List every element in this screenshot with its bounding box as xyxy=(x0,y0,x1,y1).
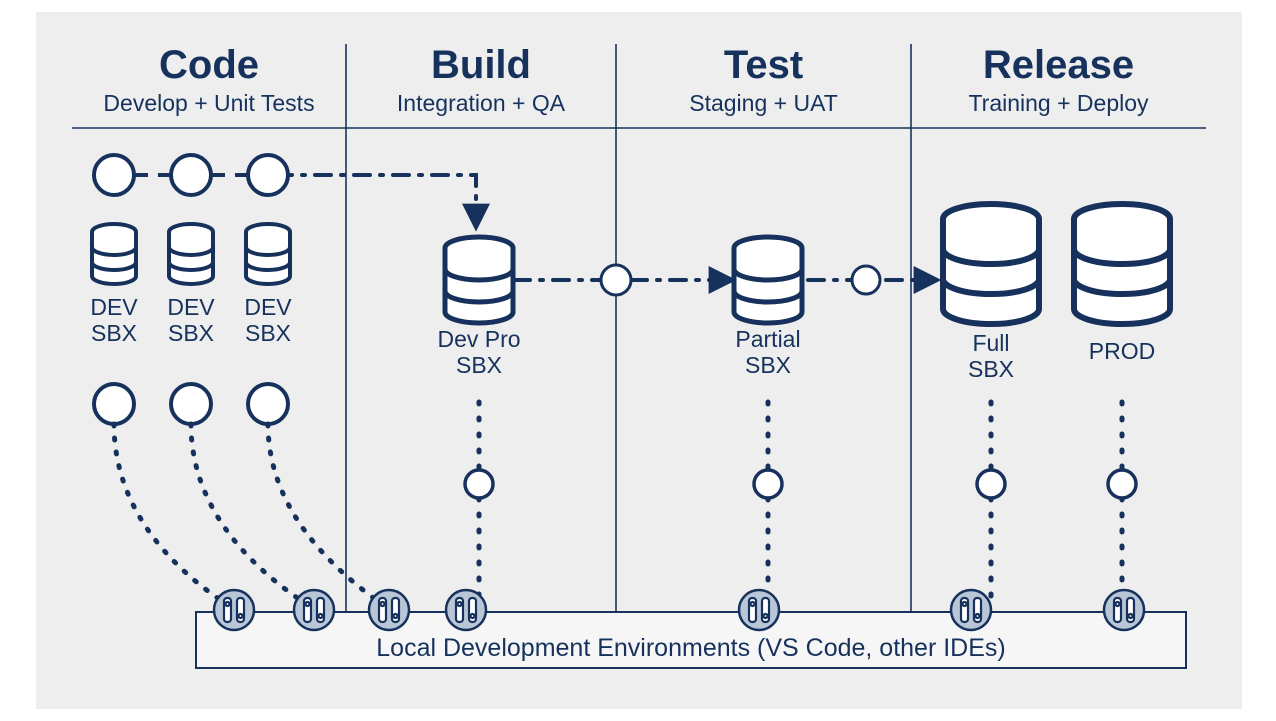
label-partial-sbx: Partial SBX xyxy=(708,326,828,379)
commit-nodes-bottom xyxy=(94,384,288,424)
label-full-line2: SBX xyxy=(968,356,1014,382)
full-sbx xyxy=(943,204,1039,324)
label-dev-sbx-3-line1: DEV xyxy=(244,294,291,320)
label-dev-pro-sbx: Dev Pro SBX xyxy=(419,326,539,379)
stage-release-subtitle: Training + Deploy xyxy=(911,90,1206,116)
env-to-ide-links xyxy=(479,402,1122,607)
label-dev-pro-line1: Dev Pro xyxy=(437,326,520,352)
label-dev-sbx-2-line2: SBX xyxy=(168,320,214,346)
env-link-nodes xyxy=(465,470,1136,498)
commit-nodes-top xyxy=(94,155,288,195)
pipeline-flow xyxy=(276,175,936,280)
pipeline-diagram: Code Develop + Unit Tests Build Integrat… xyxy=(0,0,1276,721)
label-prod-line1: PROD xyxy=(1089,338,1155,364)
stage-test-subtitle: Staging + UAT xyxy=(616,90,911,116)
label-dev-sbx-1-line2: SBX xyxy=(91,320,137,346)
label-dev-sbx-2-line1: DEV xyxy=(167,294,214,320)
label-partial-line2: SBX xyxy=(745,352,791,378)
label-prod: PROD xyxy=(1072,338,1172,364)
stage-test-title: Test xyxy=(616,42,911,88)
stage-code-subtitle: Develop + Unit Tests xyxy=(72,90,346,116)
diagram-canvas: Code Develop + Unit Tests Build Integrat… xyxy=(36,12,1242,709)
local-dev-label: Local Development Environments (VS Code,… xyxy=(196,634,1186,663)
prod-db xyxy=(1074,204,1170,324)
partial-sbx xyxy=(734,237,802,323)
label-dev-sbx-2: DEV SBX xyxy=(161,294,221,347)
label-partial-line1: Partial xyxy=(735,326,800,352)
stage-build-subtitle: Integration + QA xyxy=(346,90,616,116)
stage-code-title: Code xyxy=(72,42,346,88)
dev-pro-sbx xyxy=(445,237,513,323)
label-full-line1: Full xyxy=(972,330,1009,356)
dev-sbx-3 xyxy=(246,224,290,284)
stage-build-title: Build xyxy=(346,42,616,88)
dev-sbx-2 xyxy=(169,224,213,284)
label-dev-pro-line2: SBX xyxy=(456,352,502,378)
label-dev-sbx-1-line1: DEV xyxy=(90,294,137,320)
label-full-sbx: Full SBX xyxy=(941,330,1041,383)
diagram-svg xyxy=(36,12,1242,709)
label-dev-sbx-1: DEV SBX xyxy=(84,294,144,347)
label-dev-sbx-3: DEV SBX xyxy=(238,294,298,347)
dev-sbx-1 xyxy=(92,224,136,284)
stage-release-title: Release xyxy=(911,42,1206,88)
label-dev-sbx-3-line2: SBX xyxy=(245,320,291,346)
